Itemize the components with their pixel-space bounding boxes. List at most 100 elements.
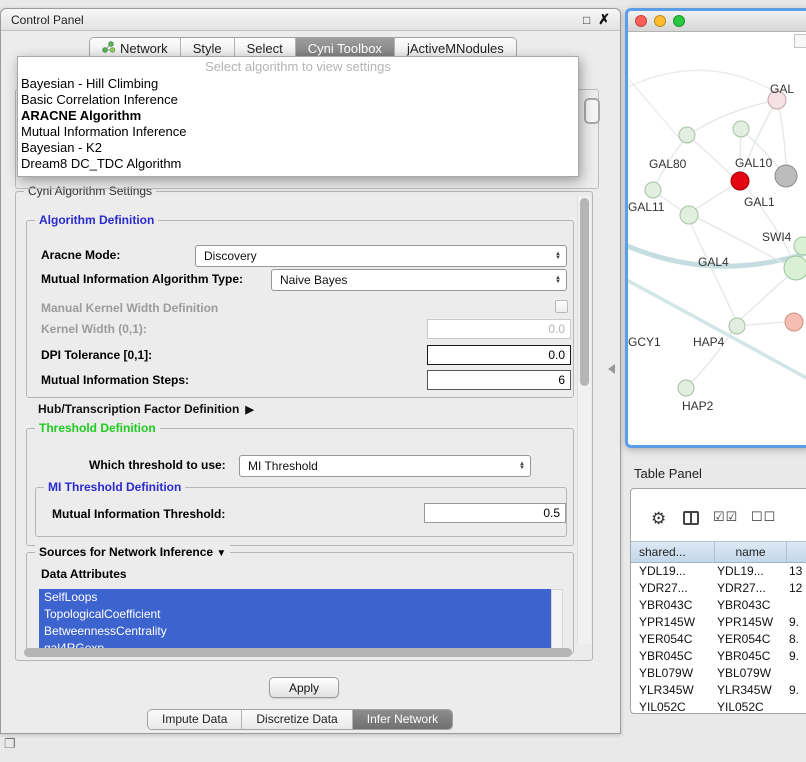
- table-cell: 8.: [787, 631, 806, 648]
- aracne-mode-value: Discovery: [204, 249, 549, 263]
- combo-arrows-icon: ▲▼: [549, 276, 561, 284]
- table-cell: 13: [787, 563, 806, 580]
- splitter-collapse-arrow[interactable]: [608, 364, 615, 374]
- column-visibility-icon[interactable]: [683, 511, 699, 525]
- data-attribute-item[interactable]: BetweennessCentrality: [39, 623, 551, 640]
- settings-gear-icon[interactable]: ⚙: [651, 509, 666, 529]
- table-row[interactable]: YDR27...YDR27...12: [631, 580, 806, 597]
- sources-title: Sources for Network Inference: [39, 545, 213, 559]
- network-node[interactable]: [645, 182, 661, 198]
- manual-kernel-checkbox[interactable]: [555, 300, 568, 313]
- network-node[interactable]: [775, 165, 797, 187]
- tab-style[interactable]: Style: [181, 38, 235, 58]
- table-cell: YPR145W: [631, 614, 715, 631]
- column-header[interactable]: [787, 542, 806, 562]
- which-threshold-combo[interactable]: MI Threshold ▲▼: [239, 455, 531, 477]
- zoom-button[interactable]: [673, 15, 685, 27]
- network-node-label: HAP2: [682, 399, 714, 413]
- table-cell: YBL079W: [715, 665, 787, 682]
- tab-discretize-data[interactable]: Discretize Data: [242, 710, 352, 729]
- chevron-right-icon: ▶: [245, 404, 253, 416]
- table-row[interactable]: YER054CYER054C8.: [631, 631, 806, 648]
- network-node[interactable]: [680, 206, 698, 224]
- data-attribute-item[interactable]: SelfLoops: [39, 589, 551, 606]
- network-edge: [628, 278, 806, 380]
- table-cell: YBR045C: [715, 648, 787, 665]
- aracne-mode-combo[interactable]: Discovery ▲▼: [195, 245, 567, 267]
- network-node[interactable]: [733, 121, 749, 137]
- table-row[interactable]: YDL19...YDL19...13: [631, 563, 806, 580]
- mi-type-combo[interactable]: Naive Bayes ▲▼: [271, 269, 567, 291]
- control-panel-titlebar[interactable]: Control Panel □ ✗: [1, 9, 620, 31]
- algorithm-option[interactable]: Dream8 DC_TDC Algorithm: [18, 156, 578, 172]
- table-row[interactable]: YLR345WYLR345W9.: [631, 682, 806, 699]
- tab-select[interactable]: Select: [235, 38, 296, 58]
- float-window-icon[interactable]: □: [583, 13, 590, 27]
- select-all-icon[interactable]: ☑☑: [713, 509, 738, 525]
- network-node[interactable]: [729, 318, 745, 334]
- data-attribute-item[interactable]: TopologicalCoefficient: [39, 606, 551, 623]
- table-cell: YLR345W: [631, 682, 715, 699]
- tab-cyni-toolbox[interactable]: Cyni Toolbox: [296, 38, 395, 58]
- algorithm-option[interactable]: ARACNE Algorithm: [18, 108, 578, 124]
- close-button[interactable]: [635, 15, 647, 27]
- mi-steps-input[interactable]: [427, 370, 571, 390]
- algorithm-option[interactable]: Mutual Information Inference: [18, 124, 578, 140]
- algorithm-option[interactable]: Basic Correlation Inference: [18, 92, 578, 108]
- table-cell: YPR145W: [715, 614, 787, 631]
- scrollbar-thumb[interactable]: [580, 198, 589, 386]
- combo-arrows-icon: ▲▼: [513, 462, 525, 470]
- algorithm-option[interactable]: Bayesian - K2: [18, 140, 578, 156]
- table-row[interactable]: YBR045CYBR045C9.: [631, 648, 806, 665]
- minimize-button[interactable]: [654, 15, 666, 27]
- attributes-list-scrollbar[interactable]: [551, 589, 563, 651]
- tab-impute-data[interactable]: Impute Data: [148, 710, 242, 729]
- tab-network[interactable]: Network: [90, 38, 181, 58]
- network-edge: [687, 135, 732, 176]
- tab-jactivemnodules[interactable]: jActiveMNodules: [395, 38, 516, 58]
- table-cell: YIL052C: [715, 699, 787, 713]
- sources-group: Sources for Network Inference ▼ Data Att…: [26, 552, 574, 654]
- network-scrollbar-button[interactable]: [794, 34, 806, 48]
- network-window-titlebar[interactable]: [628, 11, 806, 32]
- dpi-tolerance-input[interactable]: [427, 345, 571, 365]
- network-node-label: GAL4: [698, 255, 729, 269]
- mi-threshold-group: MI Threshold Definition Mutual Informati…: [35, 487, 567, 537]
- table-row[interactable]: YBR043CYBR043C: [631, 597, 806, 614]
- network-node[interactable]: [785, 313, 803, 331]
- table-cell: YBR043C: [631, 597, 715, 614]
- network-node[interactable]: [731, 172, 749, 190]
- float-panel-icon[interactable]: ❐: [4, 736, 16, 752]
- network-node[interactable]: [794, 237, 806, 255]
- hub-definition-toggle[interactable]: Hub/Transcription Factor Definition▶: [38, 402, 254, 416]
- which-threshold-value: MI Threshold: [248, 459, 513, 473]
- close-icon[interactable]: ✗: [598, 11, 610, 28]
- mi-threshold-input[interactable]: [424, 503, 566, 523]
- apply-button[interactable]: Apply: [269, 677, 339, 698]
- sources-toggle[interactable]: Sources for Network Inference ▼: [35, 545, 230, 559]
- column-header-shared-name[interactable]: shared...: [631, 542, 715, 562]
- network-node-label: GAL: [770, 82, 794, 96]
- network-node[interactable]: [784, 256, 806, 280]
- deselect-all-icon[interactable]: ☐☐: [751, 509, 776, 525]
- network-node[interactable]: [679, 127, 695, 143]
- network-node-label: GAL1: [744, 195, 775, 209]
- table-cell: YLR345W: [715, 682, 787, 699]
- tab-infer-network[interactable]: Infer Network: [353, 710, 452, 729]
- table-cell: YDL19...: [715, 563, 787, 580]
- algorithm-dropdown-popup: Select algorithm to view settings Bayesi…: [17, 56, 579, 177]
- kernel-width-input[interactable]: [427, 319, 571, 339]
- network-canvas[interactable]: GALGAL80GAL10GAL11GAL1SWI4GAL4GCY1HAP4HA…: [628, 32, 806, 445]
- network-view-window: GALGAL80GAL10GAL11GAL1SWI4GAL4GCY1HAP4HA…: [625, 8, 806, 448]
- table-row[interactable]: YPR145WYPR145W9.: [631, 614, 806, 631]
- settings-vertical-scrollbar[interactable]: [577, 196, 591, 644]
- network-node[interactable]: [678, 380, 694, 396]
- algorithm-option[interactable]: Bayesian - Hill Climbing: [18, 76, 578, 92]
- settings-horizontal-scrollbar[interactable]: [24, 648, 572, 657]
- mi-type-value: Naive Bayes: [280, 273, 549, 287]
- table-row[interactable]: YBL079WYBL079W: [631, 665, 806, 682]
- network-edge: [694, 186, 732, 210]
- table-row[interactable]: YIL052CYIL052C: [631, 699, 806, 713]
- algorithm-combo-remnant[interactable]: [584, 98, 600, 124]
- column-header-name[interactable]: name: [715, 542, 787, 562]
